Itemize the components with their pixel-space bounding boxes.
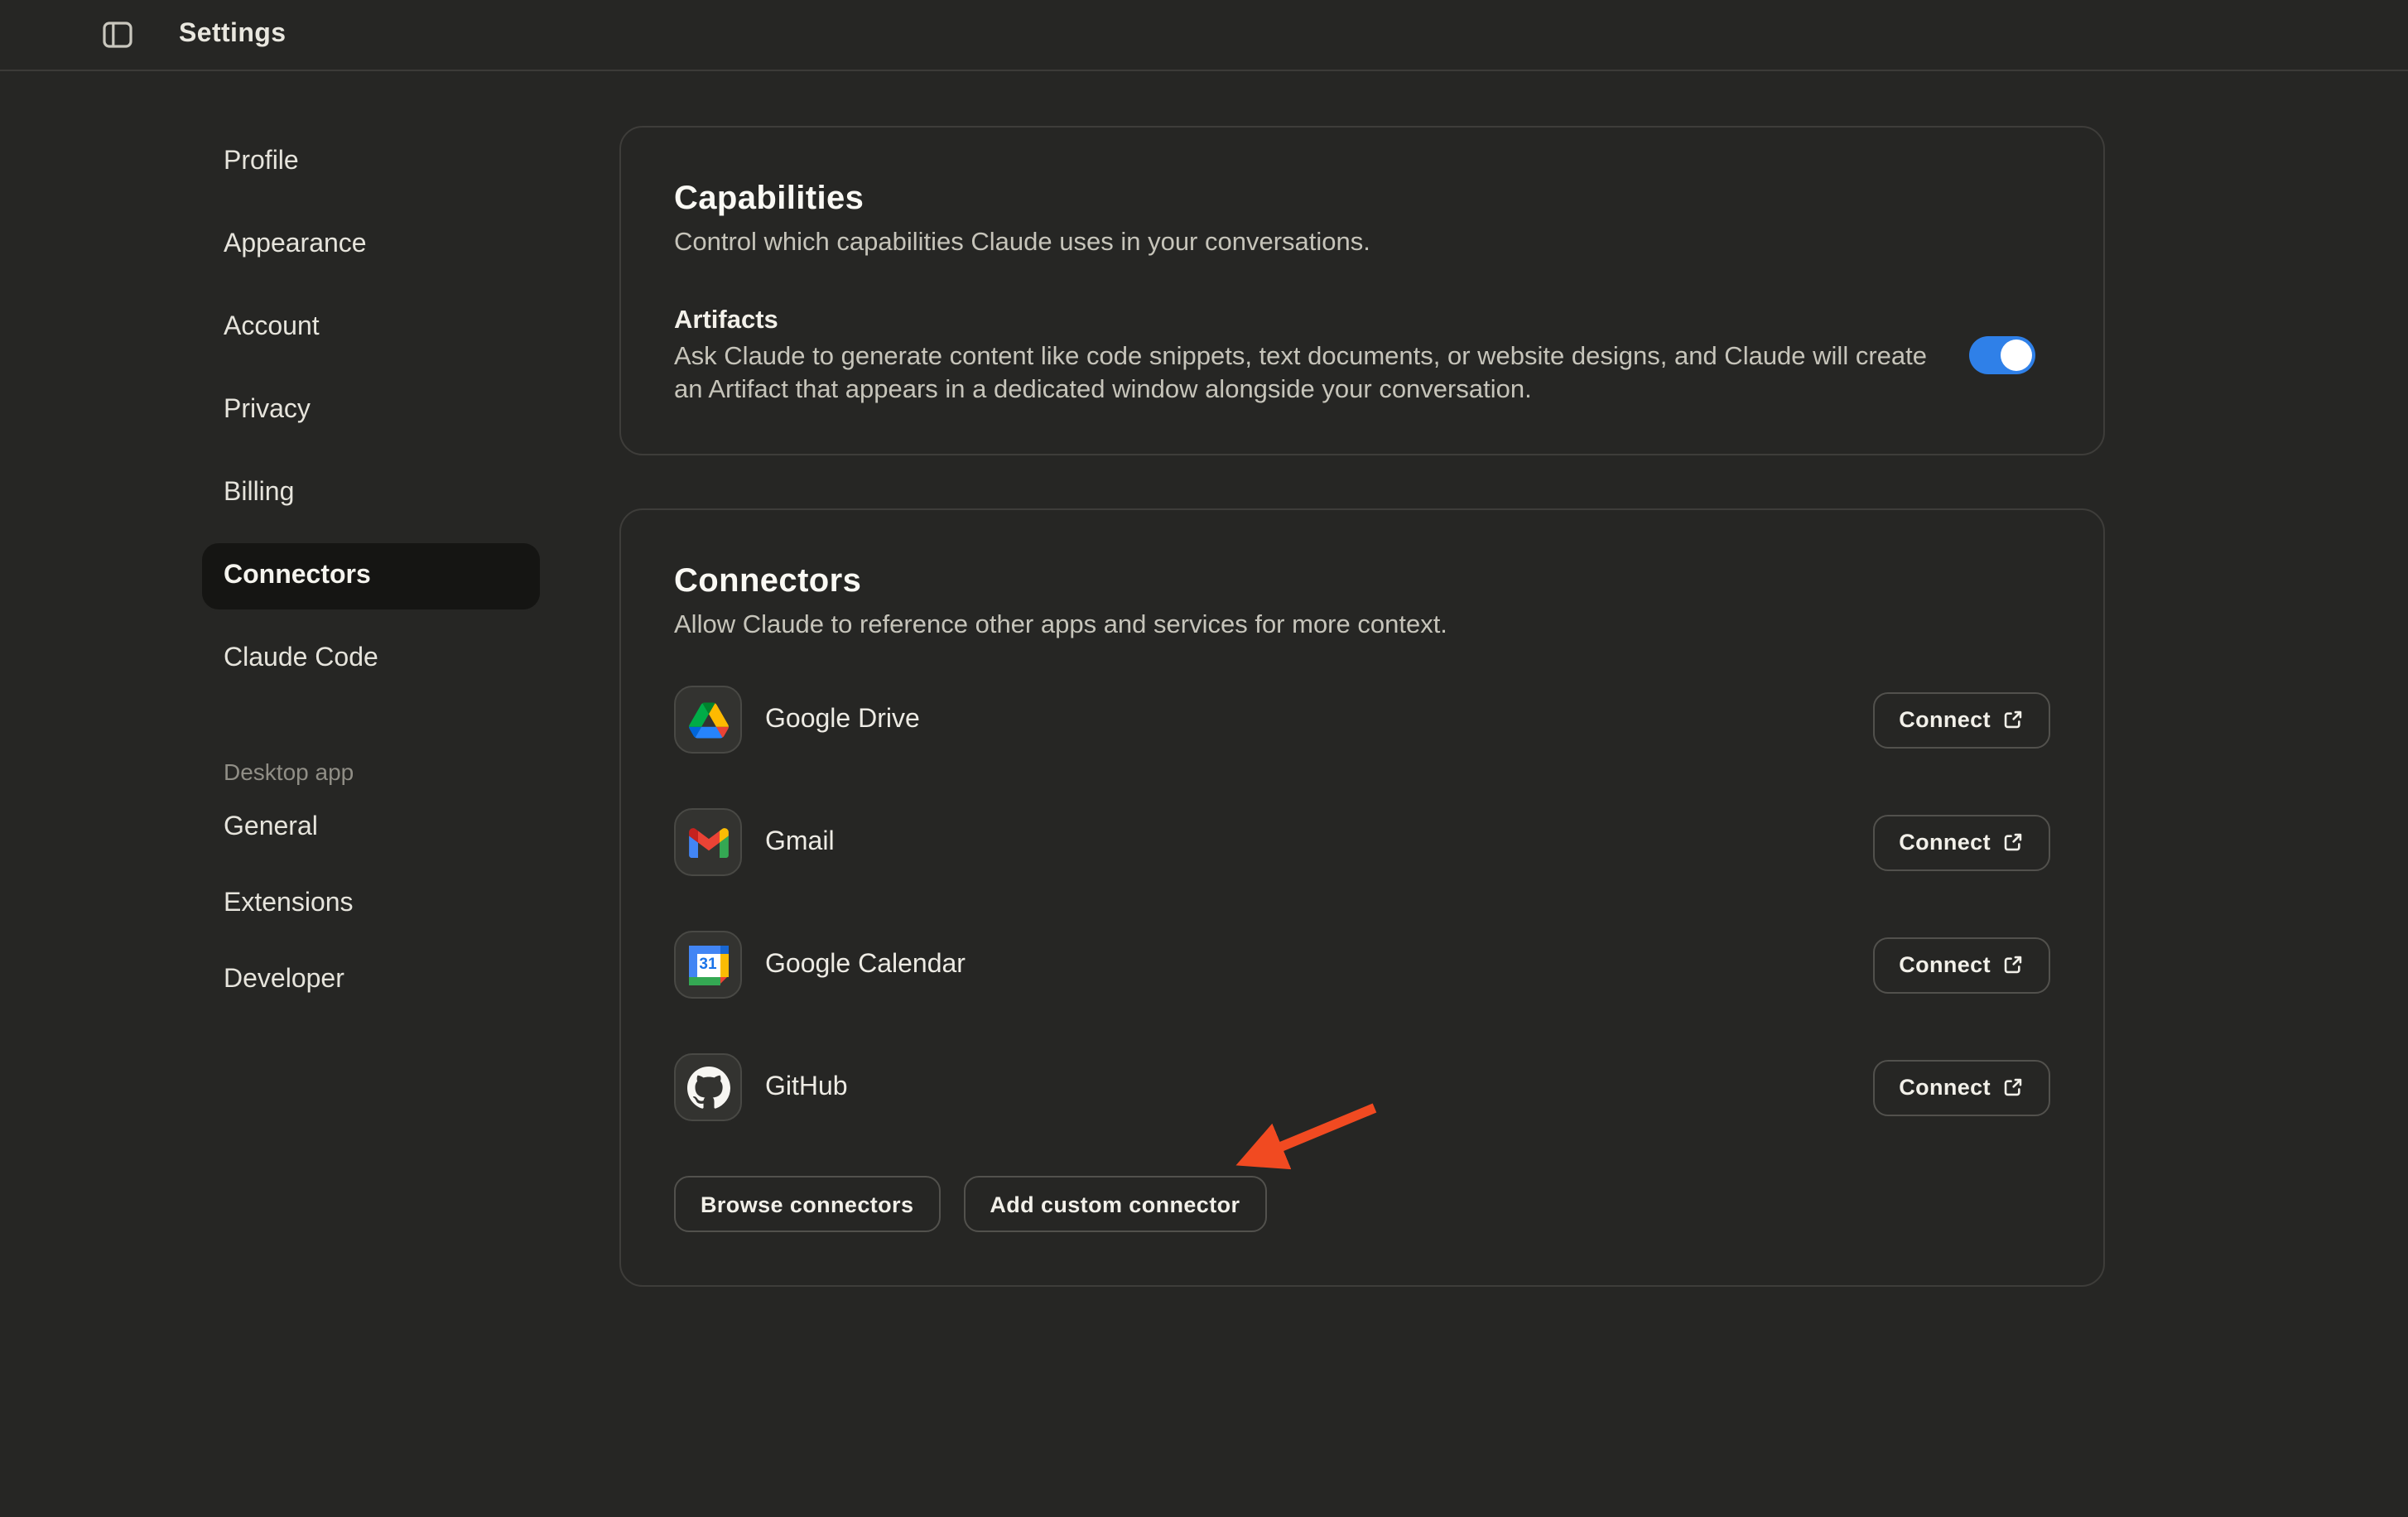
external-link-icon [2002,954,2024,975]
connector-name: Gmail [765,827,835,857]
artifacts-text: Artifacts Ask Claude to generate content… [674,303,1929,407]
capabilities-card: Capabilities Control which capabilities … [619,126,2105,455]
page-title: Settings [179,20,286,50]
external-link-icon [2002,831,2024,853]
sidebar-item-claude-code[interactable]: Claude Code [202,626,540,692]
browse-connectors-button[interactable]: Browse connectors [674,1176,940,1232]
app-window: Settings Profile Appearance Account Priv… [0,0,2408,1517]
connect-gmail-button[interactable]: Connect [1872,814,2050,870]
external-link-icon [2002,1076,2024,1098]
external-link-icon [2002,709,2024,730]
sidebar-item-developer[interactable]: Developer [202,947,540,1014]
sidebar-panel-icon [103,22,132,48]
capabilities-description: Control which capabilities Claude uses i… [674,227,2050,260]
sidebar-item-connectors[interactable]: Connectors [202,543,540,609]
connect-button-label: Connect [1899,830,1991,855]
add-custom-connector-button[interactable]: Add custom connector [963,1176,1266,1232]
connectors-card: Connectors Allow Claude to reference oth… [619,508,2105,1287]
github-icon [674,1053,742,1121]
sidebar-item-privacy[interactable]: Privacy [202,378,540,444]
connect-google-drive-button[interactable]: Connect [1872,691,2050,748]
sidebar-item-account[interactable]: Account [202,295,540,361]
connector-name: Google Calendar [765,950,966,980]
artifacts-setting-row: Artifacts Ask Claude to generate content… [674,303,2050,407]
sidebar-desktop-group: General Extensions Developer [202,795,540,1014]
connectors-title: Connectors [674,560,2050,603]
toggle-knob [2001,340,2032,371]
sidebar-item-appearance[interactable]: Appearance [202,212,540,278]
calendar-day-number: 31 [696,953,720,976]
capabilities-title: Capabilities [674,177,2050,220]
connector-row-google-drive: Google Drive Connect [674,686,2050,754]
connector-row-github: GitHub Connect [674,1053,2050,1121]
connect-github-button[interactable]: Connect [1872,1059,2050,1115]
connect-google-calendar-button[interactable]: Connect [1872,937,2050,993]
connect-button-label: Connect [1899,1075,1991,1100]
google-calendar-icon: 31 [674,931,742,999]
connect-button-label: Connect [1899,707,1991,732]
sidebar-toggle-button[interactable] [103,22,132,48]
connector-name: Google Drive [765,705,920,734]
artifacts-description: Ask Claude to generate content like code… [674,341,1929,407]
connectors-description: Allow Claude to reference other apps and… [674,609,2050,643]
settings-content: Profile Appearance Account Privacy Billi… [0,71,2408,1287]
connector-rows: Google Drive Connect [674,686,2050,1121]
artifacts-label: Artifacts [674,303,1929,338]
google-drive-icon [674,686,742,754]
artifacts-toggle[interactable] [1969,336,2035,374]
sidebar-item-general[interactable]: General [202,795,540,861]
topbar: Settings [0,0,2408,71]
connector-row-google-calendar: 31 Google Calendar Connect [674,931,2050,999]
settings-sidebar: Profile Appearance Account Privacy Billi… [202,71,540,1287]
connector-row-gmail: Gmail Connect [674,808,2050,876]
connector-name: GitHub [765,1072,848,1102]
connectors-card-actions: Browse connectors Add custom connector [674,1176,2050,1232]
sidebar-section-desktop-app: Desktop app [202,739,540,795]
sidebar-item-profile[interactable]: Profile [202,129,540,195]
sidebar-item-extensions[interactable]: Extensions [202,871,540,937]
connect-button-label: Connect [1899,952,1991,977]
gmail-icon [674,808,742,876]
sidebar-item-billing[interactable]: Billing [202,460,540,527]
settings-main: Capabilities Control which capabilities … [619,71,2105,1287]
